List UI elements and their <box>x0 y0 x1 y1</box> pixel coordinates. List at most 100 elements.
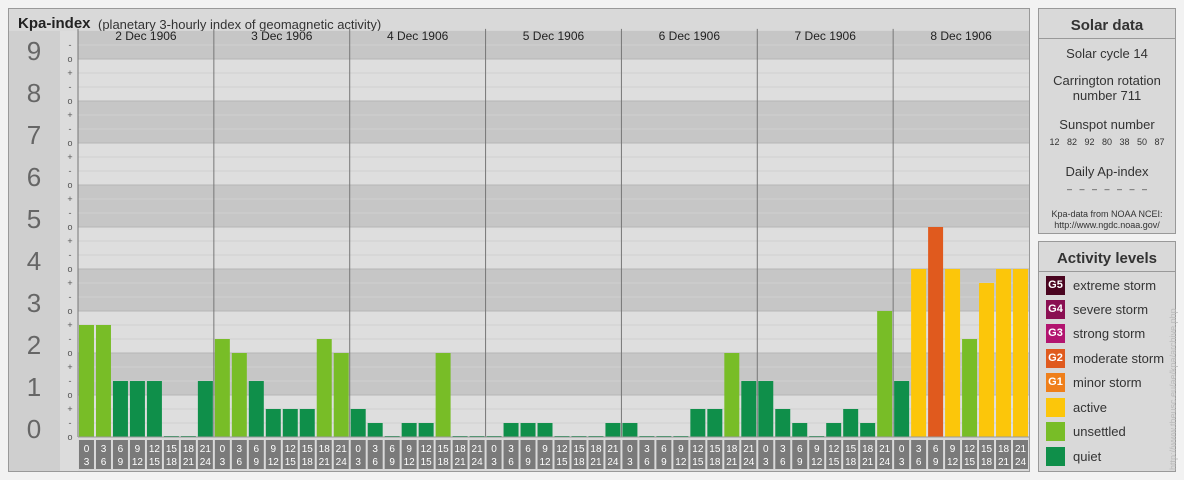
legend-swatch-g2: G2 <box>1046 349 1065 368</box>
hour-label-end: 18 <box>573 457 585 468</box>
hour-label-start: 18 <box>455 444 467 455</box>
kp-bar <box>520 423 536 437</box>
kp-bar <box>265 408 281 437</box>
y-sub-tick: - <box>69 250 72 260</box>
y-sub-tick: + <box>67 404 72 414</box>
hour-label-end: 3 <box>355 457 361 468</box>
hour-label-start: 9 <box>950 444 956 455</box>
hour-label-end: 21 <box>862 457 874 468</box>
kp-bar <box>537 423 553 437</box>
kp-bar <box>962 339 978 437</box>
solar-cycle: Solar cycle 14 <box>1066 46 1148 61</box>
legend-label-unsettled: unsettled <box>1073 424 1126 439</box>
hour-label-end: 15 <box>421 457 433 468</box>
hour-label-end: 3 <box>491 457 497 468</box>
hour-label-end: 3 <box>899 457 905 468</box>
hour-label-end: 9 <box>254 457 260 468</box>
kp-bar <box>741 381 757 437</box>
kp-bar <box>79 324 94 437</box>
hour-label-end: 6 <box>101 457 107 468</box>
hour-label-start: 0 <box>220 444 226 455</box>
hour-label-end: 12 <box>539 457 551 468</box>
kp-band-3 <box>78 269 1029 311</box>
hour-label-start: 0 <box>84 444 90 455</box>
y-sub-tick: + <box>67 152 72 162</box>
kp-bar <box>877 311 893 437</box>
y-sub-tick: - <box>69 124 72 134</box>
hour-label-end: 24 <box>472 457 484 468</box>
kp-band-4 <box>78 227 1029 269</box>
kp-bar <box>1013 269 1028 437</box>
day-label: 8 Dec 1906 <box>930 29 992 43</box>
solar-data-heading: Solar data <box>1039 9 1175 39</box>
hour-label-start: 21 <box>472 444 484 455</box>
hour-label-end: 6 <box>372 457 378 468</box>
kp-band-8 <box>78 59 1029 101</box>
hour-label-end: 24 <box>743 457 755 468</box>
hour-label-end: 9 <box>933 457 939 468</box>
kp-bar <box>350 408 366 437</box>
hour-label-end: 12 <box>811 457 823 468</box>
legend-swatch-g1: G1 <box>1046 373 1065 392</box>
hour-label-start: 3 <box>508 444 514 455</box>
hour-label-start: 18 <box>726 444 738 455</box>
y-sub-tick: - <box>69 418 72 428</box>
legend-label-active: active <box>1073 400 1107 415</box>
y-sub-tick: - <box>69 376 72 386</box>
hour-label-end: 24 <box>879 457 891 468</box>
y-sub-tick: + <box>67 110 72 120</box>
hour-label-end: 24 <box>1015 457 1027 468</box>
legend-label-g5: extreme storm <box>1073 278 1157 293</box>
day-label: 3 Dec 1906 <box>251 29 313 43</box>
y-sub-tick: - <box>69 40 72 50</box>
hour-label-start: 12 <box>964 444 976 455</box>
kp-bar <box>282 408 298 437</box>
hour-label-start: 6 <box>254 444 260 455</box>
hour-label-start: 12 <box>421 444 433 455</box>
kp-bar <box>792 423 808 437</box>
hour-label-start: 12 <box>149 444 161 455</box>
hour-label-start: 12 <box>692 444 704 455</box>
hour-label-start: 9 <box>678 444 684 455</box>
hour-label-end: 15 <box>556 457 568 468</box>
kp-bar <box>911 269 927 437</box>
kp-band-5 <box>78 185 1029 227</box>
hour-label-start: 9 <box>135 444 141 455</box>
kp-bar <box>146 381 162 437</box>
hour-label-end: 15 <box>149 457 161 468</box>
hour-label-end: 9 <box>118 457 124 468</box>
hour-label-start: 9 <box>542 444 548 455</box>
y-tick-label: 0 <box>27 414 41 444</box>
y-sub-tick: o <box>67 54 72 64</box>
hour-label-end: 9 <box>661 457 667 468</box>
hour-label-start: 9 <box>814 444 820 455</box>
hour-label-end: 12 <box>268 457 280 468</box>
kp-bar <box>197 381 213 437</box>
hour-label-end: 12 <box>675 457 687 468</box>
y-sub-tick: + <box>67 194 72 204</box>
legend-swatch-g4: G4 <box>1046 300 1065 319</box>
hour-label-start: 18 <box>590 444 602 455</box>
kpa-bar-chart: 0123456789o-+o-+o-+o-+o-+o-+o-+o-+o-+o-2… <box>9 28 1029 471</box>
hour-label-start: 0 <box>355 444 361 455</box>
legend-swatch-quiet <box>1046 447 1065 466</box>
kp-bar <box>690 408 706 437</box>
y-sub-tick: + <box>67 320 72 330</box>
kp-band-6 <box>78 143 1029 185</box>
hour-label-start: 3 <box>101 444 107 455</box>
hour-label-end: 15 <box>692 457 704 468</box>
hour-label-start: 21 <box>200 444 212 455</box>
sunspot-label: Sunspot number <box>1059 117 1155 132</box>
kp-bar <box>605 423 621 437</box>
y-tick-label: 4 <box>27 246 41 276</box>
hour-label-end: 15 <box>828 457 840 468</box>
kp-bar <box>928 227 944 437</box>
kp-bar <box>435 353 451 437</box>
day-label: 4 Dec 1906 <box>387 29 449 43</box>
y-sub-tick: - <box>69 82 72 92</box>
hour-label-start: 15 <box>981 444 993 455</box>
hour-label-start: 0 <box>627 444 633 455</box>
y-tick-label: 8 <box>27 78 41 108</box>
kp-bar <box>758 381 774 437</box>
kp-bar <box>112 381 128 437</box>
